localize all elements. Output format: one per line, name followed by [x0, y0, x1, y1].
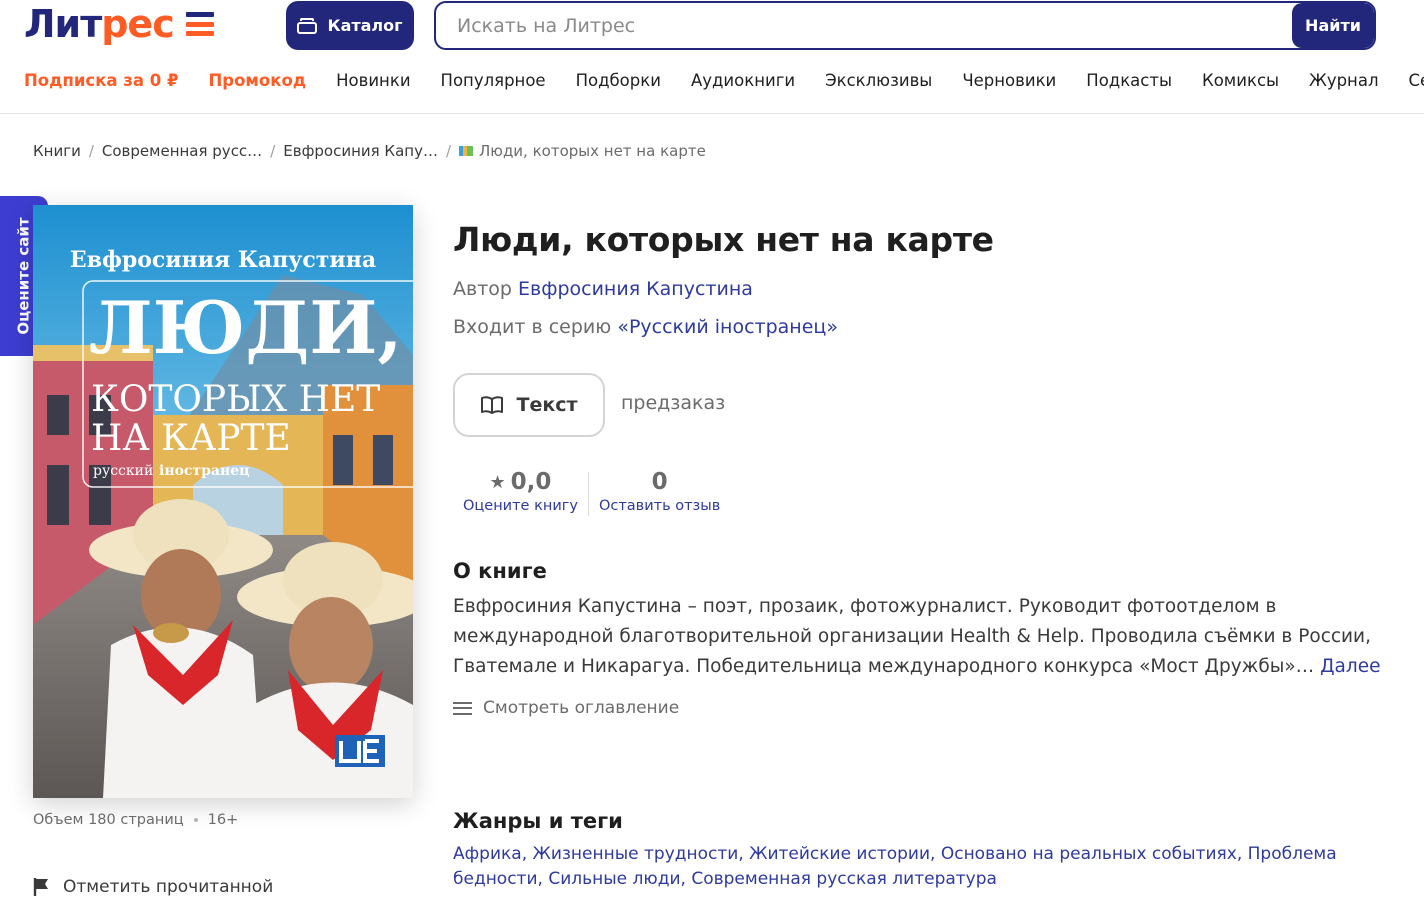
series-prefix: Входит в серию: [453, 316, 612, 338]
catalog-button[interactable]: Каталог: [286, 1, 414, 50]
genres-list: Африка, Жизненные трудности, Житейские и…: [453, 844, 1337, 889]
rating-cell: ★ 0,0 Оцените книгу: [463, 466, 578, 514]
toc-link[interactable]: Смотреть оглавление: [453, 698, 679, 718]
breadcrumb-genre[interactable]: Современная русс…: [102, 142, 262, 160]
genre-tag[interactable]: Основано на реальных событиях: [941, 844, 1237, 864]
nav-item-exclusives[interactable]: Эксклюзивы: [825, 68, 932, 94]
leave-review-link[interactable]: Оставить отзыв: [599, 498, 720, 514]
nav-item-subscription[interactable]: Подписка за 0 ₽: [24, 68, 178, 94]
nav-item-podcasts[interactable]: Подкасты: [1086, 68, 1172, 94]
search-input[interactable]: [436, 3, 1292, 48]
breadcrumb-separator: /: [445, 142, 452, 160]
nav-item-audiobooks[interactable]: Аудиокниги: [691, 68, 795, 94]
breadcrumb-separator: /: [270, 142, 276, 160]
divider: [587, 472, 589, 516]
reviews-count: 0: [651, 469, 668, 495]
mark-read-button[interactable]: Отметить прочитанной: [33, 877, 273, 897]
breadcrumb-books[interactable]: Книги: [33, 142, 81, 160]
nav-item-drafts[interactable]: Черновики: [962, 68, 1056, 94]
nav-item-comics[interactable]: Комиксы: [1202, 68, 1279, 94]
breadcrumb-current: Люди, которых нет на карте: [459, 142, 706, 160]
rate-site-label: Оцените сайт: [15, 217, 34, 335]
genre-tag[interactable]: Сильные люди: [548, 869, 680, 889]
breadcrumb-author[interactable]: Евфросиния Капу…: [283, 142, 438, 160]
book-type-icon: [459, 145, 474, 157]
rating-number: 0,0: [510, 469, 552, 495]
about-text: Евфросиния Капустина – поэт, прозаик, фо…: [453, 592, 1403, 682]
preorder-status: предзаказ: [621, 392, 726, 414]
rating-value: ★ 0,0: [490, 466, 552, 498]
cover-series-a: русский: [93, 463, 153, 479]
read-more-link[interactable]: Далее: [1320, 656, 1380, 677]
publisher-logo-icon: [335, 735, 385, 767]
list-icon: [453, 701, 472, 715]
mark-read-label: Отметить прочитанной: [63, 877, 274, 897]
search-button[interactable]: Найти: [1292, 3, 1374, 48]
cover-title-line3: НА КАРТЕ: [91, 418, 291, 459]
breadcrumb: Книги / Современная русс… / Евфросиния К…: [33, 140, 706, 162]
logo-wordmark: Литрес: [24, 2, 175, 46]
book-cover[interactable]: Евфросиния Капустина ЛЮДИ, КОТОРЫХ НЕТ Н…: [33, 205, 413, 798]
rating-block: ★ 0,0 Оцените книгу 0 Оставить отзыв: [463, 466, 720, 516]
site-header: Литрес Каталог Найти Подписка за 0 ₽ Про…: [0, 0, 1424, 114]
flag-icon: [33, 878, 48, 896]
litres-logo[interactable]: Литрес: [24, 2, 214, 46]
nav-item-certificates[interactable]: Серти: [1409, 68, 1424, 94]
nav-item-promocode[interactable]: Промокод: [208, 68, 306, 94]
rate-book-link[interactable]: Оцените книгу: [463, 498, 578, 514]
genre-tag[interactable]: Житейские истории: [749, 844, 930, 864]
genre-tag[interactable]: Африка: [453, 844, 522, 864]
nav-item-popular[interactable]: Популярное: [441, 68, 546, 94]
cover-title-line1: ЛЮДИ,: [89, 285, 402, 370]
breadcrumb-separator: /: [88, 142, 94, 160]
reviews-cell: 0 Оставить отзыв: [599, 466, 720, 514]
star-icon: ★: [489, 471, 506, 493]
format-label: Текст: [516, 394, 578, 416]
catalog-label: Каталог: [327, 16, 403, 35]
genre-tag[interactable]: Современная русская литература: [691, 869, 997, 889]
about-heading: О книге: [453, 559, 547, 583]
cover-title-line2: КОТОРЫХ НЕТ: [91, 379, 380, 420]
about-body: Евфросиния Капустина – поэт, прозаик, фо…: [453, 596, 1371, 677]
search-bar: Найти: [434, 1, 1376, 50]
genre-tag[interactable]: Жизненные трудности: [533, 844, 739, 864]
author-prefix: Автор: [453, 278, 512, 300]
book-title: Люди, которых нет на карте: [453, 220, 994, 259]
book-meta: Объем 180 страниц 16+: [33, 812, 238, 828]
toc-label: Смотреть оглавление: [483, 698, 680, 718]
book-series: Входит в серию «Русский іностранец»: [453, 316, 838, 338]
breadcrumb-current-label: Люди, которых нет на карте: [479, 142, 706, 160]
format-text-button[interactable]: Текст: [453, 373, 605, 437]
catalog-icon: [297, 17, 318, 34]
cover-series-b: іностранец: [159, 463, 249, 479]
genres-heading: Жанры и теги: [453, 809, 623, 833]
book-author: Автор Евфросиния Капустина: [453, 278, 753, 300]
book-volume: Объем 180 страниц: [33, 812, 184, 828]
open-book-icon: [481, 396, 504, 414]
cover-author-text: Евфросиния Капустина: [70, 247, 376, 273]
nav-item-journal[interactable]: Журнал: [1309, 68, 1378, 94]
nav-item-collections[interactable]: Подборки: [576, 68, 661, 94]
author-link[interactable]: Евфросиния Капустина: [518, 278, 753, 300]
meta-dot: [193, 818, 198, 822]
series-link[interactable]: «Русский іностранец»: [617, 316, 838, 338]
nav-item-new[interactable]: Новинки: [336, 68, 410, 94]
main-nav: Подписка за 0 ₽ Промокод Новинки Популяр…: [24, 68, 1424, 94]
logo-stripes-icon: [185, 12, 214, 36]
age-rating: 16+: [207, 812, 239, 828]
